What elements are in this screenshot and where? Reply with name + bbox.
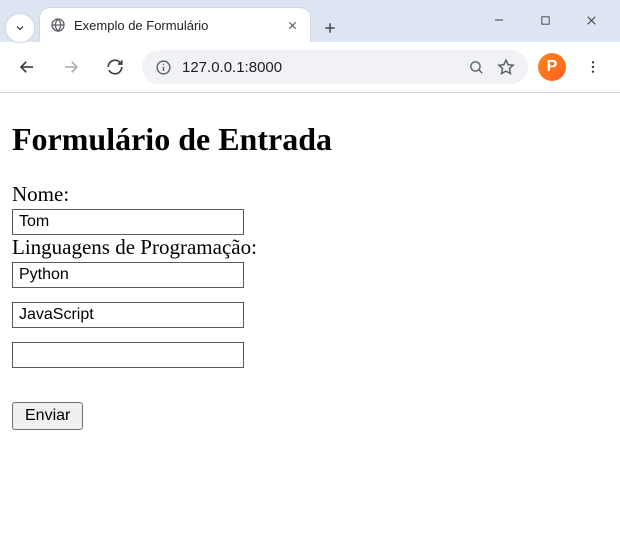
submit-row: Enviar — [12, 402, 608, 430]
browser-menu-button[interactable] — [576, 50, 610, 84]
entry-form: Nome: Linguagens de Programação: Enviar — [12, 182, 608, 430]
reload-button[interactable] — [98, 50, 132, 84]
name-label: Nome: — [12, 182, 608, 207]
browser-chrome: Exemplo de Formulário — [0, 0, 620, 93]
kebab-menu-icon — [585, 59, 601, 75]
site-info-button[interactable] — [154, 58, 172, 76]
magnifier-icon — [468, 59, 485, 76]
minimize-button[interactable] — [476, 4, 522, 36]
tab-search-button[interactable] — [6, 14, 34, 42]
url-input[interactable] — [182, 59, 456, 76]
page-title: Formulário de Entrada — [12, 121, 608, 158]
info-icon — [155, 59, 172, 76]
extension-button[interactable]: P — [538, 53, 566, 81]
language-input-2[interactable] — [12, 302, 244, 328]
plus-icon — [323, 21, 337, 35]
name-input[interactable] — [12, 209, 244, 235]
language-input-3[interactable] — [12, 342, 244, 368]
back-button[interactable] — [10, 50, 44, 84]
arrow-left-icon — [18, 58, 36, 76]
forward-button[interactable] — [54, 50, 88, 84]
chevron-down-icon — [14, 22, 26, 34]
new-tab-button[interactable] — [316, 14, 344, 42]
languages-label: Linguagens de Programação: — [12, 235, 608, 260]
close-icon — [585, 14, 598, 27]
browser-toolbar: P — [0, 42, 620, 92]
arrow-right-icon — [62, 58, 80, 76]
page-content: Formulário de Entrada Nome: Linguagens d… — [0, 93, 620, 444]
maximize-button[interactable] — [522, 4, 568, 36]
maximize-icon — [540, 15, 551, 26]
zoom-button[interactable] — [466, 57, 486, 77]
reload-icon — [106, 58, 124, 76]
submit-button[interactable]: Enviar — [12, 402, 83, 430]
star-icon — [497, 58, 515, 76]
globe-icon — [50, 17, 66, 33]
close-window-button[interactable] — [568, 4, 614, 36]
languages-group — [12, 262, 608, 368]
address-bar[interactable] — [142, 50, 528, 84]
browser-tab-active[interactable]: Exemplo de Formulário — [40, 8, 310, 42]
bookmark-button[interactable] — [496, 57, 516, 77]
tab-strip: Exemplo de Formulário — [0, 0, 620, 42]
extension-letter: P — [547, 58, 558, 76]
window-controls — [476, 4, 614, 36]
tab-title: Exemplo de Formulário — [74, 18, 276, 33]
close-icon — [287, 20, 298, 31]
minimize-icon — [493, 14, 505, 26]
close-tab-button[interactable] — [284, 17, 300, 33]
language-input-1[interactable] — [12, 262, 244, 288]
